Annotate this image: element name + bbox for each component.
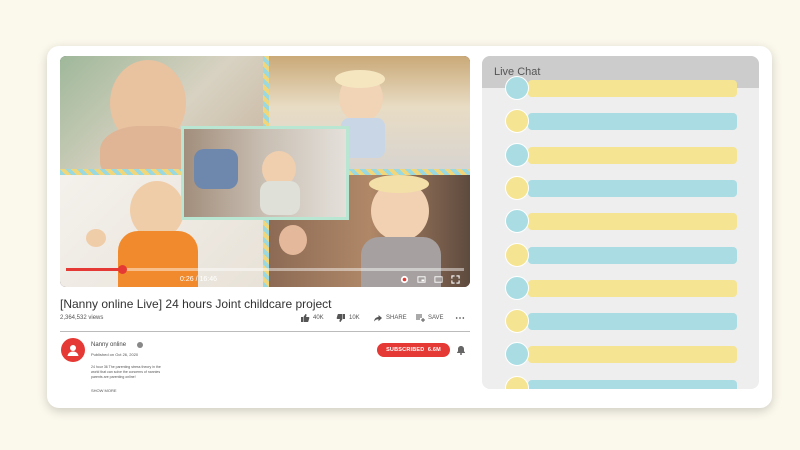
chat-message[interactable] [482,309,759,334]
publish-date: Published on Oct 26, 2020 [91,352,139,357]
dislike-count: 10K [349,315,360,321]
chat-avatar [505,342,529,367]
subscriber-count: 6.6M [427,347,441,353]
chat-avatar [505,175,529,200]
chat-message-bubble [528,179,737,197]
more-horizontal-icon [455,317,465,319]
subscribe-button[interactable]: SUBSCRIBED 6.6M [377,343,450,357]
thumbs-up-icon [301,314,310,322]
chat-avatar [505,76,529,100]
dislike-button[interactable]: 10K [336,313,360,323]
video-player[interactable]: 0:26 / 16:46 [60,56,470,287]
chat-message[interactable] [482,342,759,367]
chat-message[interactable] [482,242,759,267]
miniplayer-icon[interactable] [417,275,426,284]
chat-message[interactable] [482,375,759,389]
chat-message-bubble [528,346,737,364]
chat-avatar [505,142,529,167]
like-button[interactable]: 40K [300,313,324,323]
time-display: 0:26 / 16:46 [180,276,217,283]
chat-avatar [505,275,529,300]
video-tile-baby-center [181,126,349,220]
chat-message[interactable] [482,209,759,234]
current-time: 0:26 [180,276,194,283]
autoplay-toggle-icon[interactable] [400,275,409,284]
chat-message[interactable] [482,142,759,167]
chat-message-bubble [528,379,737,389]
channel-avatar[interactable] [61,338,85,362]
chat-avatar [505,309,529,334]
channel-name[interactable]: Nanny online [91,342,126,348]
chat-message-bubble [528,146,737,164]
chat-avatar [505,375,529,389]
save-icon [416,314,425,322]
video-title: [Nanny online Live] 24 hours Joint child… [60,297,332,311]
user-icon [67,345,79,356]
show-more-link[interactable]: SHOW MORE [91,388,117,393]
notification-bell-icon[interactable] [456,345,466,355]
verified-icon [137,342,143,348]
fullscreen-icon[interactable] [451,275,460,284]
chat-message-bubble [528,313,737,331]
chat-avatar [505,242,529,267]
live-chat-panel: Live Chat [482,56,759,389]
share-button[interactable]: SHARE [373,313,407,323]
view-count: 2,364,532 views [60,315,104,321]
share-label: SHARE [386,315,407,321]
theater-mode-icon[interactable] [434,275,443,284]
progress-fill [66,268,122,271]
save-button[interactable]: SAVE [415,313,444,323]
progress-bar[interactable] [66,265,464,274]
chat-message[interactable] [482,275,759,300]
subscribe-label: SUBSCRIBED [386,347,425,353]
share-icon [374,315,382,322]
chat-message[interactable] [482,109,759,134]
chat-avatar [505,109,529,134]
chat-message-bubble [528,246,737,264]
progress-scrubber[interactable] [117,265,127,274]
chat-message-bubble [528,80,737,97]
chat-message-bubble [528,213,737,231]
info-divider [60,331,470,332]
save-label: SAVE [428,315,444,321]
duration: 16:46 [199,276,217,283]
more-actions-button[interactable] [455,313,465,323]
video-description: 24 hour 36 The parenting stress theory i… [91,365,161,379]
thumbs-down-icon [336,314,345,322]
chat-message-bubble [528,113,737,131]
chat-message-bubble [528,279,737,297]
chat-message[interactable] [482,76,759,100]
chat-message[interactable] [482,175,759,200]
chat-avatar [505,209,529,234]
like-count: 40K [313,315,324,321]
